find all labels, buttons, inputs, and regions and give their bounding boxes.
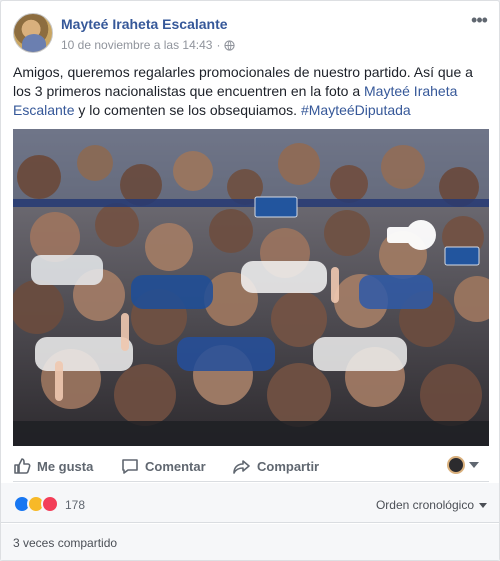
thumbs-up-icon bbox=[14, 458, 31, 474]
like-button[interactable]: Me gusta bbox=[13, 456, 93, 476]
profile-switcher[interactable] bbox=[447, 456, 479, 474]
like-label: Me gusta bbox=[37, 458, 94, 474]
comment-order-selector[interactable]: Orden cronológico bbox=[376, 498, 487, 512]
reaction-icons[interactable] bbox=[13, 495, 59, 513]
shares-count[interactable]: 3 veces compartido bbox=[13, 536, 117, 550]
post-text-part-2: y lo comenten se los obsequiamos. bbox=[74, 102, 301, 118]
profile-avatar bbox=[447, 456, 465, 474]
hashtag-link[interactable]: #MayteéDiputada bbox=[301, 102, 411, 118]
post-text: Amigos, queremos regalarles promocionale… bbox=[13, 63, 489, 120]
post-timestamp[interactable]: 10 de noviembre a las 14:43 bbox=[61, 38, 212, 52]
meta-separator: · bbox=[216, 38, 221, 52]
post-meta: 10 de noviembre a las 14:43 · bbox=[61, 38, 236, 52]
reactions-bar: 178 Orden cronológico bbox=[1, 483, 499, 523]
globe-icon[interactable] bbox=[224, 39, 236, 51]
post-card: Mayteé Iraheta Escalante 10 de noviembre… bbox=[0, 0, 500, 561]
share-button[interactable]: Compartir bbox=[233, 456, 319, 476]
shares-bar: 3 veces compartido bbox=[1, 524, 499, 560]
crowd-photo bbox=[13, 129, 489, 446]
post-actions: Me gusta Comentar Compartir bbox=[13, 448, 489, 482]
order-label: Orden cronológico bbox=[375, 498, 474, 512]
comment-button[interactable]: Comentar bbox=[121, 456, 206, 476]
share-label: Compartir bbox=[257, 458, 320, 474]
love-icon bbox=[41, 495, 59, 513]
author-name[interactable]: Mayteé Iraheta Escalante bbox=[61, 16, 228, 32]
share-icon bbox=[233, 460, 250, 474]
comment-icon bbox=[122, 459, 138, 474]
post-header: Mayteé Iraheta Escalante 10 de noviembre… bbox=[13, 11, 489, 53]
author-avatar[interactable] bbox=[13, 13, 53, 53]
reaction-count[interactable]: 178 bbox=[65, 498, 85, 512]
more-options-icon[interactable]: ••• bbox=[469, 11, 489, 33]
comment-label: Comentar bbox=[145, 458, 206, 474]
chevron-down-icon bbox=[479, 502, 487, 508]
chevron-down-icon bbox=[469, 462, 479, 468]
post-photo[interactable] bbox=[13, 129, 489, 446]
